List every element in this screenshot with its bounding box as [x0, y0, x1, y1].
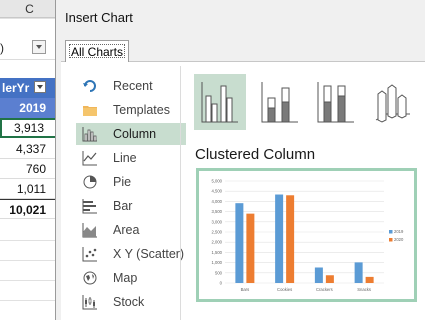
subtype-100-stacked-column[interactable]	[310, 74, 362, 130]
x-tick-label: Cookies	[277, 287, 292, 292]
year-header: 2019	[0, 98, 60, 118]
grid-line	[0, 300, 60, 301]
header-dropdown-button[interactable]	[34, 81, 46, 93]
chart-type-templates[interactable]: Templates	[76, 99, 186, 121]
y-tick-label: 500	[215, 270, 223, 275]
y-tick-label: 3,000	[212, 219, 223, 224]
folder-icon	[83, 106, 97, 116]
y-tick-label: 4,500	[212, 189, 223, 194]
column-chart-icon	[82, 127, 97, 142]
bar-chart-icon	[82, 199, 97, 214]
x-tick-label: Snacks	[357, 287, 371, 292]
chart-type-label: Bar	[113, 199, 133, 213]
bar	[354, 262, 363, 283]
y-tick-label: 4,000	[212, 199, 223, 204]
area-chart-icon	[82, 223, 97, 238]
subtype-3d-column[interactable]	[366, 74, 418, 130]
pie-chart-icon	[83, 175, 97, 189]
chart-type-line[interactable]: Line	[76, 147, 186, 169]
chart-type-label: Recent	[113, 79, 153, 93]
recent-icon	[83, 80, 96, 92]
clustered-column-icon	[201, 82, 238, 123]
chart-type-label: Area	[113, 223, 140, 237]
y-tick-label: 5,000	[212, 179, 223, 184]
column-header-c[interactable]: C	[0, 0, 60, 18]
grid-line	[0, 260, 60, 261]
chart-preview[interactable]: 0 500 1,000 1,500 2,000 2,500 3,000 3,500 4,000 4…	[196, 168, 417, 302]
map-icon	[83, 271, 97, 285]
y-tick-label: 0	[220, 281, 223, 286]
y-tick-label: 2,500	[212, 230, 223, 235]
dialog-title: Insert Chart	[65, 10, 133, 25]
spreadsheet-area: C ) lerYr 2019 3,913 4,337 760 1,011 10,…	[0, 0, 60, 320]
y-tick-label: 1,500	[212, 250, 223, 255]
chart-type-label: Column	[113, 127, 157, 141]
chart-type-stock[interactable]: Stock	[76, 291, 186, 313]
pivot-column-header[interactable]: lerYr	[0, 78, 60, 98]
preview-chart-svg: 0 500 1,000 1,500 2,000 2,500 3,000 3,500 4,000 4…	[212, 179, 404, 293]
chart-type-label: Stock	[113, 295, 145, 309]
legend-swatch	[389, 230, 393, 234]
panel-separator	[180, 66, 181, 320]
x-tick-label: Crackers	[316, 287, 333, 292]
legend-label: 2020	[394, 237, 404, 242]
3d-column-icon	[375, 84, 410, 123]
chart-type-label: Pie	[113, 175, 132, 189]
stock-chart-icon	[82, 295, 97, 310]
chart-type-label: Map	[113, 271, 138, 285]
scatter-chart-icon	[82, 247, 97, 262]
subtype-stacked-column[interactable]	[254, 74, 306, 130]
table-cell[interactable]: 4,337	[0, 139, 60, 159]
y-tick-label: 1,000	[212, 260, 223, 265]
chart-type-label: Templates	[113, 103, 170, 117]
selected-subtype-label: Clustered Column	[195, 146, 316, 163]
grid-line	[0, 240, 60, 241]
grid-line	[0, 280, 60, 281]
legend-label: 2019	[394, 229, 404, 234]
bar	[235, 203, 244, 283]
subtype-clustered-column[interactable]	[194, 74, 246, 130]
stacked-column-icon	[261, 82, 298, 123]
chart-type-map[interactable]: Map	[76, 267, 186, 289]
chart-type-scatter[interactable]: X Y (Scatter)	[76, 243, 186, 265]
chart-type-column[interactable]: Column	[76, 123, 186, 145]
table-cell[interactable]: 3,913	[0, 118, 60, 138]
x-tick-label: Bars	[241, 287, 250, 292]
grid-line	[0, 18, 60, 19]
chart-type-pie[interactable]: Pie	[76, 171, 186, 193]
chart-type-label: Line	[113, 151, 137, 165]
y-tick-label: 3,500	[212, 209, 223, 214]
total-cell[interactable]: 10,021	[0, 199, 60, 219]
chart-type-bar[interactable]: Bar	[76, 195, 186, 217]
bar	[365, 276, 374, 283]
table-cell[interactable]: 760	[0, 159, 60, 179]
bar	[314, 267, 323, 283]
pivot-header-label: lerYr	[2, 81, 30, 95]
legend-swatch	[389, 238, 393, 242]
bar	[275, 194, 284, 283]
filter-label: )	[0, 41, 4, 55]
percent-stacked-column-icon	[317, 82, 354, 123]
bar	[325, 275, 334, 283]
table-cell[interactable]: 1,011	[0, 179, 60, 199]
chart-type-area[interactable]: Area	[76, 219, 186, 241]
pivot-filter-row: )	[0, 38, 60, 60]
filter-dropdown-button[interactable]	[32, 40, 46, 54]
y-tick-label: 2,000	[212, 240, 223, 245]
line-chart-icon	[82, 151, 97, 166]
tab-focus-ring	[69, 44, 125, 58]
chart-type-label: X Y (Scatter)	[113, 247, 185, 261]
chart-type-recent[interactable]: Recent	[76, 75, 186, 97]
bar	[246, 213, 255, 283]
bar	[286, 195, 295, 283]
